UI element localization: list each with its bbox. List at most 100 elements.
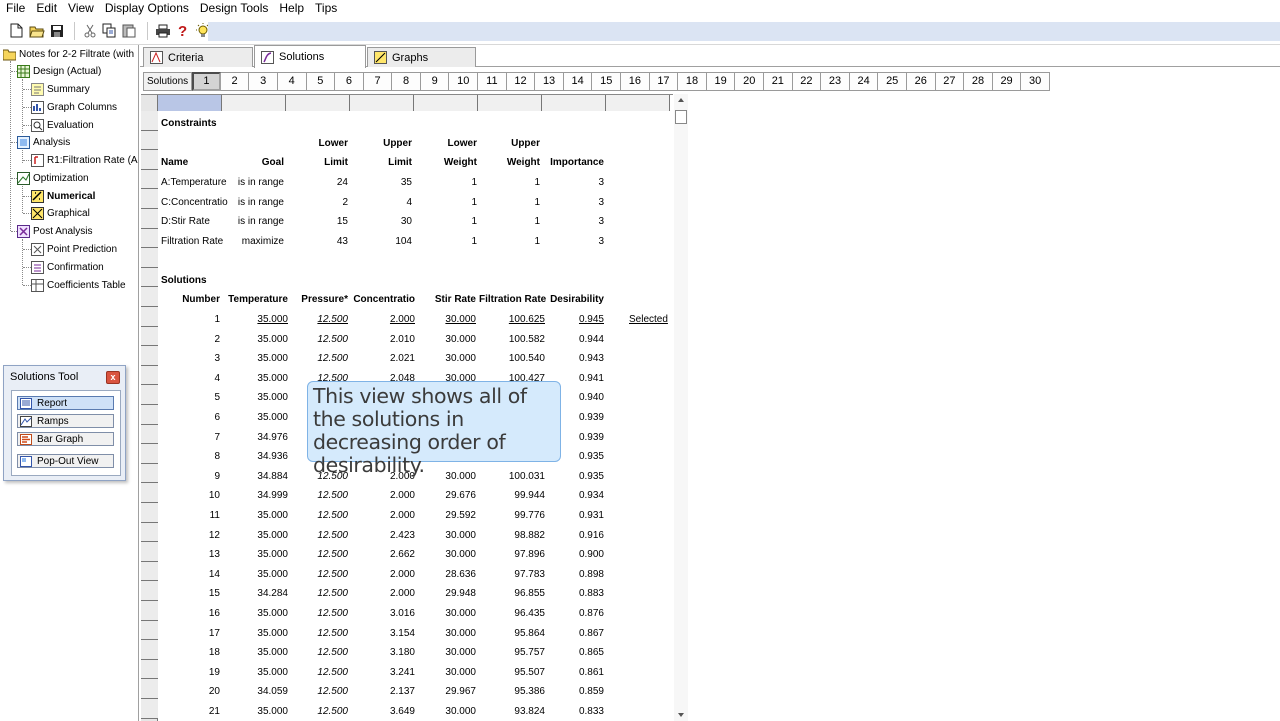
menu-display-options[interactable]: Display Options	[99, 1, 194, 15]
report-button[interactable]: Report	[17, 396, 114, 410]
row-header[interactable]	[141, 561, 158, 582]
menu-file[interactable]: File	[0, 1, 30, 15]
menu-design-tools[interactable]: Design Tools	[194, 1, 273, 15]
solution-number-button[interactable]: 30	[1021, 71, 1050, 91]
column-header[interactable]	[350, 95, 414, 111]
solution-number-button[interactable]: 8	[392, 71, 421, 91]
solution-number-button[interactable]: 20	[735, 71, 765, 91]
row-header[interactable]	[141, 385, 158, 405]
tree-item-graphical[interactable]: Graphical	[31, 205, 90, 221]
menu-edit[interactable]: Edit	[30, 1, 62, 15]
tree-item-point-prediction[interactable]: Point Prediction	[31, 241, 117, 257]
tree-item-summary[interactable]: Summary	[31, 81, 90, 97]
row-header[interactable]	[141, 365, 158, 386]
tree-item-numerical[interactable]: Numerical	[31, 188, 95, 204]
vertical-scrollbar[interactable]	[674, 94, 688, 721]
row-header[interactable]	[141, 679, 158, 699]
copy-icon[interactable]	[101, 22, 118, 39]
solution-number-button[interactable]: 1	[192, 71, 221, 91]
solution-number-button[interactable]: 18	[678, 71, 707, 91]
menu-tips[interactable]: Tips	[309, 1, 342, 15]
solution-number-button[interactable]: 27	[935, 71, 965, 91]
row-header[interactable]	[141, 581, 158, 601]
row-header[interactable]	[141, 503, 158, 523]
cut-icon[interactable]	[81, 22, 98, 39]
row-header[interactable]	[141, 111, 158, 131]
column-header[interactable]	[222, 95, 286, 111]
row-header[interactable]	[141, 405, 158, 425]
solution-number-button[interactable]: 13	[535, 71, 564, 91]
close-icon[interactable]: x	[106, 371, 120, 384]
tab-criteria[interactable]: Criteria	[143, 47, 253, 67]
bar-graph-button[interactable]: Bar Graph	[17, 432, 114, 446]
solution-number-button[interactable]: 6	[335, 71, 364, 91]
save-icon[interactable]	[48, 22, 65, 39]
row-header[interactable]	[141, 522, 158, 543]
row-header[interactable]	[141, 659, 158, 680]
column-header[interactable]	[542, 95, 606, 111]
new-document-icon[interactable]	[8, 22, 25, 39]
ramps-button[interactable]: Ramps	[17, 414, 114, 428]
tree-item-r1-filtration-rate[interactable]: R1:Filtration Rate (A	[31, 152, 138, 168]
row-header[interactable]	[141, 542, 158, 562]
row-header[interactable]	[141, 424, 158, 445]
help-icon[interactable]: ?	[174, 22, 191, 39]
tree-item-confirmation[interactable]: Confirmation	[31, 259, 104, 275]
solution-number-button[interactable]: 19	[706, 71, 736, 91]
solution-number-button[interactable]: 14	[563, 71, 593, 91]
tree-item-design[interactable]: Design (Actual)	[17, 63, 101, 79]
paste-icon[interactable]	[121, 22, 138, 39]
solution-number-button[interactable]: 16	[621, 71, 650, 91]
tree-item-analysis[interactable]: Analysis	[17, 134, 70, 150]
solution-number-button[interactable]: 21	[764, 71, 793, 91]
tree-item-optimization[interactable]: Optimization	[17, 170, 89, 186]
row-header[interactable]	[141, 228, 158, 249]
column-header[interactable]	[606, 95, 670, 111]
solution-number-button[interactable]: 4	[277, 71, 307, 91]
row-header[interactable]	[141, 209, 158, 229]
solution-number-button[interactable]: 15	[592, 71, 622, 91]
solution-number-button[interactable]: 5	[306, 71, 336, 91]
open-folder-icon[interactable]	[28, 22, 45, 39]
tab-graphs[interactable]: Graphs	[367, 47, 476, 67]
solutions-tool-titlebar[interactable]: Solutions Tool x	[4, 366, 125, 388]
row-header[interactable]	[141, 699, 158, 719]
tree-item-coefficients-table[interactable]: Coefficients Table	[31, 277, 126, 293]
row-header[interactable]	[141, 248, 158, 268]
solution-number-button[interactable]: 28	[964, 71, 993, 91]
row-header[interactable]	[141, 444, 158, 464]
row-header[interactable]	[141, 326, 158, 347]
tree-item-post-analysis[interactable]: Post Analysis	[17, 223, 92, 239]
solution-number-button[interactable]: 3	[249, 71, 278, 91]
scrollbar-thumb[interactable]	[675, 110, 687, 124]
row-header[interactable]	[141, 601, 158, 621]
pop-out-view-button[interactable]: Pop-Out View	[17, 454, 114, 468]
solution-number-button[interactable]: 9	[420, 71, 450, 91]
row-header[interactable]	[141, 463, 158, 484]
solution-number-button[interactable]: 12	[506, 71, 536, 91]
tree-item-graph-columns[interactable]: Graph Columns	[31, 99, 117, 115]
tree-root-notes[interactable]: Notes for 2-2 Filtrate (with	[3, 46, 134, 62]
scroll-up-icon[interactable]	[674, 94, 688, 106]
solution-number-button[interactable]: 11	[478, 71, 507, 91]
print-icon[interactable]	[154, 22, 171, 39]
row-header[interactable]	[141, 620, 158, 641]
solution-number-button[interactable]: 29	[992, 71, 1022, 91]
row-header[interactable]	[141, 189, 158, 209]
solution-number-button[interactable]: 17	[649, 71, 679, 91]
solution-number-button[interactable]: 23	[821, 71, 850, 91]
solution-number-button[interactable]: 10	[449, 71, 479, 91]
row-header[interactable]	[141, 483, 158, 503]
row-header[interactable]	[141, 150, 158, 170]
solution-number-button[interactable]: 24	[849, 71, 879, 91]
column-header[interactable]	[158, 95, 222, 111]
row-header[interactable]	[141, 640, 158, 660]
solution-number-button[interactable]: 22	[792, 71, 822, 91]
column-header[interactable]	[414, 95, 478, 111]
solution-number-button[interactable]: 26	[906, 71, 936, 91]
row-header[interactable]	[141, 267, 158, 288]
row-header[interactable]	[141, 307, 158, 327]
scroll-down-icon[interactable]	[674, 710, 688, 720]
row-header[interactable]	[141, 130, 158, 151]
solution-number-button[interactable]: 7	[363, 71, 393, 91]
